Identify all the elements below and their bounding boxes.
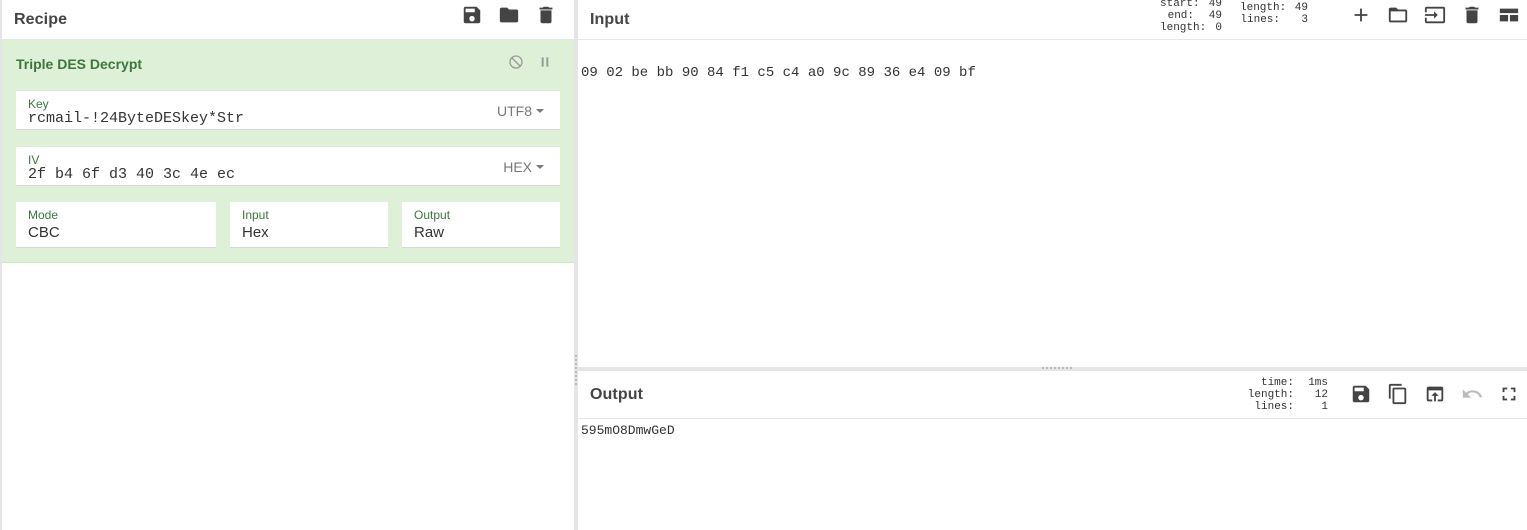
- selection-length-label: length:: [1160, 22, 1207, 34]
- clear-recipe-button[interactable]: [527, 0, 564, 30]
- replace-input-with-output-button[interactable]: [1416, 379, 1453, 409]
- splitter-grip: [575, 355, 577, 385]
- mode-value: CBC: [28, 224, 60, 241]
- output-toolbar: [1342, 379, 1527, 409]
- key-encoding-dropdown[interactable]: UTF8: [497, 103, 544, 119]
- time-value: 1ms: [1308, 377, 1328, 389]
- maximise-output-button[interactable]: [1490, 379, 1527, 409]
- cyberchef-app: Recipe Triple DES Decrypt Key rcmail-!24…: [0, 0, 1527, 530]
- save-icon: [1352, 385, 1369, 403]
- plus-icon: [1354, 8, 1367, 22]
- selection-length-value: 0: [1215, 22, 1222, 34]
- iv-label: IV: [28, 153, 40, 167]
- iv-field[interactable]: IV 2f b4 6f d3 40 3c 4e ec HEX: [16, 147, 560, 186]
- save-recipe-button[interactable]: [453, 0, 490, 30]
- output-title: Output: [590, 385, 644, 403]
- input-format-select[interactable]: Input Hex: [230, 202, 388, 248]
- input-textarea[interactable]: 09 02 be bb 90 84 f1 c5 c4 a0 9c 89 36 e…: [581, 65, 976, 81]
- output-format-select[interactable]: Output Raw: [402, 202, 560, 248]
- length-label: length:: [1240, 2, 1287, 14]
- length-label: length:: [1247, 389, 1294, 401]
- layout-icon: [1499, 8, 1518, 22]
- start-value: 49: [1208, 0, 1222, 10]
- input-selection-stats: start: 49 end: 49 length: 0: [1160, 0, 1222, 34]
- iv-value[interactable]: 2f b4 6f d3 40 3c 4e ec: [28, 166, 235, 183]
- mode-select[interactable]: Mode CBC: [16, 202, 216, 248]
- copy-output-button[interactable]: [1379, 379, 1416, 409]
- output-stats: time: 1ms length: 12 lines: 1: [1238, 377, 1328, 413]
- reset-layout-button[interactable]: [1490, 0, 1527, 30]
- recipe-header: Recipe: [2, 0, 574, 40]
- undo-button[interactable]: [1453, 379, 1490, 409]
- length-value: 12: [1314, 389, 1328, 401]
- recipe-toolbar: [453, 0, 564, 30]
- trash-icon: [539, 6, 552, 24]
- splitter-grip: [1042, 367, 1072, 369]
- input-title: Input: [590, 10, 630, 28]
- disable-icon: [509, 55, 523, 69]
- save-icon: [463, 6, 480, 24]
- disable-operation-button[interactable]: [506, 53, 526, 71]
- input-length-stats: length: 49 lines: 3: [1240, 2, 1308, 26]
- output-panel: Output time: 1ms length: 12 lines: 1 595m: [578, 371, 1527, 530]
- fullscreen-icon: [1502, 387, 1515, 401]
- folder-icon: [499, 7, 518, 23]
- input-toolbar: [1342, 0, 1527, 30]
- save-output-button[interactable]: [1342, 379, 1379, 409]
- pause-operation-button[interactable]: [535, 53, 555, 71]
- pause-icon: [541, 57, 549, 67]
- output-text[interactable]: 595mO8DmwGeD: [581, 423, 675, 438]
- input-format-label: Input: [242, 208, 269, 222]
- end-label: end:: [1167, 10, 1194, 22]
- start-label: start:: [1160, 0, 1200, 10]
- open-input-file-button[interactable]: [1379, 0, 1416, 30]
- lines-label: lines:: [1254, 401, 1294, 413]
- input-icon: [1424, 6, 1445, 24]
- recipe-title: Recipe: [14, 10, 68, 28]
- trash-icon: [1465, 6, 1478, 24]
- operation-title: Triple DES Decrypt: [16, 56, 143, 72]
- output-format-label: Output: [414, 208, 451, 222]
- input-format-value: Hex: [242, 224, 269, 241]
- lines-value: 1: [1321, 401, 1328, 413]
- open-in-browser-icon: [1426, 386, 1443, 402]
- key-value[interactable]: rcmail-!24ByteDESkey*Str: [28, 110, 244, 127]
- operation-triple-des-decrypt[interactable]: Triple DES Decrypt Key rcmail-!24ByteDES…: [2, 40, 574, 263]
- lines-label: lines:: [1240, 14, 1280, 26]
- iv-encoding-dropdown[interactable]: HEX: [503, 159, 544, 175]
- output-format-value: Raw: [414, 224, 445, 241]
- key-label: Key: [28, 97, 49, 111]
- lines-value: 3: [1301, 14, 1308, 26]
- end-value: 49: [1208, 10, 1222, 22]
- add-input-tab-button[interactable]: [1342, 0, 1379, 30]
- clear-input-button[interactable]: [1453, 0, 1490, 30]
- mode-label: Mode: [28, 208, 59, 222]
- length-value: 49: [1294, 2, 1308, 14]
- undo-icon: [1462, 389, 1482, 398]
- time-label: time:: [1260, 377, 1294, 389]
- key-field[interactable]: Key rcmail-!24ByteDESkey*Str UTF8: [16, 91, 560, 130]
- folder-open-icon: [1388, 7, 1407, 23]
- load-recipe-button[interactable]: [490, 0, 527, 30]
- input-panel: Input start: 49 end: 49 length: 0 length: 49…: [578, 0, 1527, 367]
- open-input-folder-button[interactable]: [1416, 0, 1453, 30]
- copy-icon: [1388, 383, 1406, 405]
